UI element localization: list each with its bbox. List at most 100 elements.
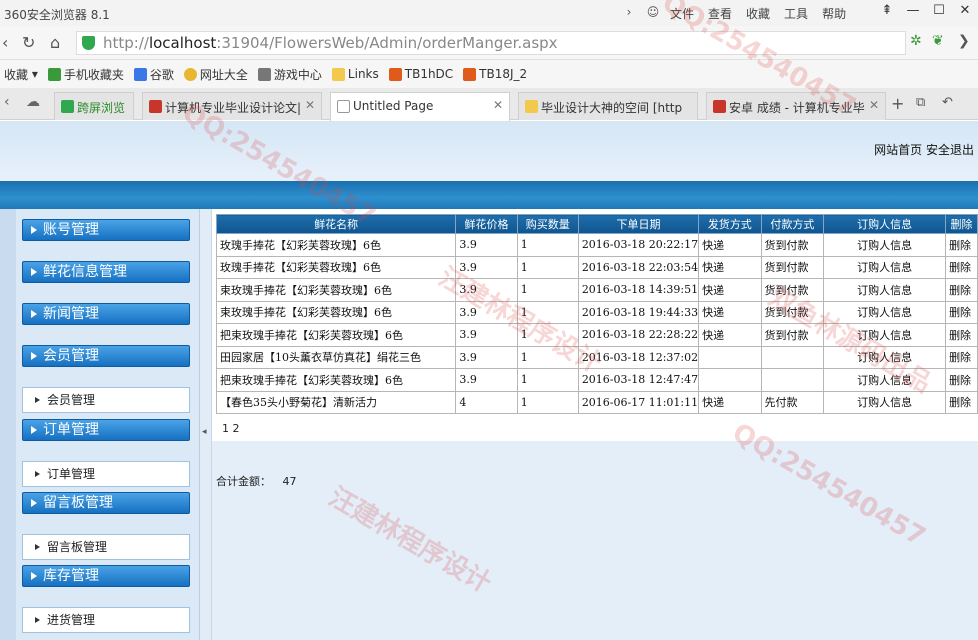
logout-link[interactable]: 安全退出: [926, 143, 974, 157]
fav-tb2[interactable]: TB18J_2: [463, 67, 527, 81]
more-chevron-icon[interactable]: ❯: [958, 33, 970, 49]
refresh-icon[interactable]: ↻: [22, 33, 35, 52]
total-value: 47: [282, 475, 297, 488]
tab-cross-screen[interactable]: 跨屏浏览: [54, 92, 134, 120]
cell-date: 2016-06-17 11:01:11: [577, 390, 700, 414]
header-band: [0, 181, 978, 209]
sidebar-section-guestbook[interactable]: 留言板管理: [22, 492, 190, 514]
buyer-info-link[interactable]: 订购人信息: [823, 323, 947, 347]
pin-icon[interactable]: ⇞: [874, 0, 900, 24]
cell-shipping: 快递: [698, 323, 762, 347]
tab-bar: ‹ ☁ 跨屏浏览 计算机专业毕业设计论文| ✕ Untitled Page ✕ …: [0, 88, 978, 121]
fav-games[interactable]: 游戏中心: [257, 66, 322, 83]
frame-splitter[interactable]: ◂: [200, 209, 212, 640]
cell-price: 3.9: [455, 300, 518, 324]
cloud-icon[interactable]: ☁: [26, 94, 40, 110]
sidebar-item-order-manage[interactable]: 订单管理: [22, 461, 190, 487]
url-input[interactable]: http://localhost:31904/FlowersWeb/Admin/…: [76, 31, 906, 55]
delete-link[interactable]: 删除: [945, 278, 978, 302]
sidebar-item-purchase-manage[interactable]: 进货管理: [22, 607, 190, 633]
maximize-icon[interactable]: ☐: [926, 0, 952, 24]
buyer-info-link[interactable]: 订购人信息: [823, 345, 947, 369]
home-icon[interactable]: ⌂: [50, 33, 60, 52]
menu-favorites[interactable]: 收藏: [746, 5, 770, 22]
sidebar-section-accounts[interactable]: 账号管理: [22, 219, 190, 241]
sidebar-section-orders[interactable]: 订单管理: [22, 419, 190, 441]
delete-link[interactable]: 删除: [945, 368, 978, 392]
table-row: 玫瑰手捧花【幻彩芙蓉玫瑰】6色 3.9 1 2016-03-18 22:03:54 快递…: [215, 255, 978, 279]
menu-view[interactable]: 查看: [708, 5, 732, 22]
minimize-icon[interactable]: —: [900, 0, 926, 24]
pager[interactable]: 1 2: [222, 422, 240, 435]
table-row: 田园家居【10头薰衣草仿真花】绢花三色 3.9 1 2016-03-18 12:37:…: [215, 345, 978, 369]
menu-tools[interactable]: 工具: [784, 5, 808, 22]
delete-link[interactable]: 删除: [945, 233, 978, 257]
delete-link[interactable]: 删除: [945, 323, 978, 347]
phone-icon: [47, 67, 61, 81]
new-tab-icon[interactable]: +: [891, 94, 904, 113]
cell-flower-name: 把束玫瑰手捧花【幻彩芙蓉玫瑰】6色: [215, 368, 457, 392]
site-home-link[interactable]: 网站首页: [874, 143, 922, 157]
tab-untitled-page[interactable]: Untitled Page ✕: [330, 92, 510, 121]
cell-qty: 1: [516, 323, 579, 347]
sidebar-section-news[interactable]: 新闻管理: [22, 303, 190, 325]
buyer-info-link[interactable]: 订购人信息: [823, 255, 947, 279]
collapse-arrow-icon[interactable]: ◂: [202, 427, 207, 437]
cell-date: 2016-03-18 22:28:22: [577, 323, 700, 347]
chevron-right-icon[interactable]: ›: [622, 5, 636, 22]
menu-help[interactable]: 帮助: [822, 5, 846, 22]
leaf-icon[interactable]: ❦: [932, 33, 944, 49]
sidebar-section-flowers[interactable]: 鲜花信息管理: [22, 261, 190, 283]
cell-shipping: 快递: [698, 278, 762, 302]
tab-blog-space[interactable]: 毕业设计大神的空间 [http: [518, 92, 698, 120]
delete-link[interactable]: 删除: [945, 345, 978, 369]
cross-screen-icon: [61, 100, 74, 113]
tab-android-grades[interactable]: 安卓 成绩 - 计算机专业毕 ✕: [706, 92, 886, 120]
close-icon[interactable]: ✕: [952, 0, 978, 24]
buyer-info-link[interactable]: 订购人信息: [823, 300, 947, 324]
speed-icon[interactable]: ✲: [910, 33, 922, 49]
tab-scroll-left-icon[interactable]: ‹: [4, 94, 10, 110]
buyer-info-link[interactable]: 订购人信息: [823, 233, 947, 257]
cell-shipping: [698, 368, 762, 392]
fav-links[interactable]: Links: [331, 67, 379, 81]
cell-flower-name: 束玫瑰手捧花【幻彩芙蓉玫瑰】6色: [215, 300, 457, 324]
delete-link[interactable]: 删除: [945, 255, 978, 279]
delete-link[interactable]: 删除: [945, 390, 978, 414]
col-buyer-info: 订购人信息: [823, 214, 947, 234]
cell-price: 3.9: [455, 233, 518, 257]
buyer-info-link[interactable]: 订购人信息: [823, 390, 947, 414]
cell-price: 3.9: [455, 368, 518, 392]
fav-mobile[interactable]: 手机收藏夹: [47, 66, 124, 83]
sidebar-section-members[interactable]: 会员管理: [22, 345, 190, 367]
fav-tb1[interactable]: TB1hDC: [388, 67, 453, 81]
favorites-menu[interactable]: 收藏 ▾: [4, 66, 38, 83]
back-icon[interactable]: ‹: [2, 33, 8, 52]
undo-close-icon[interactable]: ↶: [942, 95, 953, 110]
tab-close-icon[interactable]: ✕: [493, 98, 503, 112]
fav-sites[interactable]: 网址大全: [183, 66, 248, 83]
delete-link[interactable]: 删除: [945, 300, 978, 324]
tab-list-icon[interactable]: ⧉: [916, 95, 925, 110]
order-total: 合计金额： 47: [216, 473, 297, 489]
fav-google[interactable]: 谷歌: [133, 66, 174, 83]
tab-close-icon[interactable]: ✕: [305, 98, 315, 112]
table-row: 束玫瑰手捧花【幻彩芙蓉玫瑰】6色 3.9 1 2016-03-18 19:44:33 快…: [215, 300, 978, 324]
menu-file[interactable]: 文件: [670, 5, 694, 22]
sidebar-section-inventory[interactable]: 库存管理: [22, 565, 190, 587]
buyer-info-link[interactable]: 订购人信息: [823, 278, 947, 302]
cell-date: 2016-03-18 12:37:02: [577, 345, 700, 369]
header-links: 网站首页 安全退出: [874, 141, 974, 158]
sidebar-item-guestbook-manage[interactable]: 留言板管理: [22, 534, 190, 560]
orders-table: 鲜花名称 鲜花价格 购买数量 下单日期 发货方式 付款方式 订购人信息 删除 玫…: [215, 214, 978, 414]
tab-thesis[interactable]: 计算机专业毕业设计论文| ✕: [142, 92, 322, 120]
table-row: 【春色35头小野菊花】清新活力 4 1 2016-06-17 11:01:11 快递 先付…: [215, 390, 978, 414]
cell-price: 4: [455, 390, 518, 414]
site-icon: [149, 100, 162, 113]
cell-flower-name: 玫瑰手捧花【幻彩芙蓉玫瑰】6色: [215, 255, 457, 279]
cell-qty: 1: [516, 233, 579, 257]
tab-close-icon[interactable]: ✕: [869, 98, 879, 112]
buyer-info-link[interactable]: 订购人信息: [823, 368, 947, 392]
user-icon[interactable]: ☺: [646, 5, 660, 22]
sidebar-item-member-manage[interactable]: 会员管理: [22, 387, 190, 413]
